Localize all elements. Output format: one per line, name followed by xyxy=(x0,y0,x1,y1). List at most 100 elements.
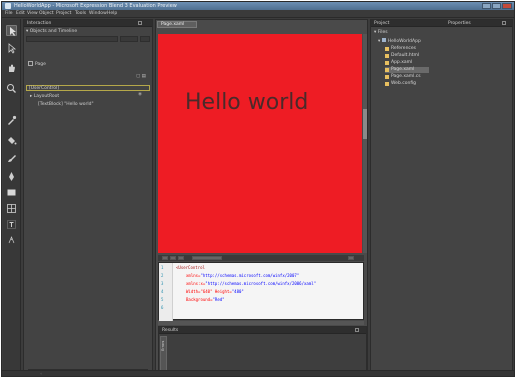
file-item[interactable]: Page.xaml.cs xyxy=(385,74,421,80)
xml-attribute: Background= xyxy=(186,297,213,302)
files-section[interactable]: ▾ Files xyxy=(374,30,388,35)
states-dropdown[interactable] xyxy=(120,36,138,42)
menu-tools[interactable]: Tools xyxy=(75,11,86,16)
project-panel-header: Project Properties xyxy=(371,20,512,27)
file-label: References xyxy=(391,46,417,51)
paint-bucket-icon[interactable] xyxy=(6,135,17,146)
config-file-icon xyxy=(385,82,389,86)
file-item[interactable]: Web.config xyxy=(385,81,416,87)
assets-icon[interactable] xyxy=(6,235,17,246)
menu-bar: File Edit View Object Project Tools Wind… xyxy=(2,10,514,18)
maximize-button[interactable] xyxy=(492,3,501,9)
file-item[interactable]: References xyxy=(385,46,416,52)
results-label: Results xyxy=(162,328,179,333)
xml-value: "http://schemas.microsoft.com/winfx/2007… xyxy=(200,273,300,278)
menu-view[interactable]: View xyxy=(27,11,38,16)
rectangle-icon[interactable] xyxy=(6,187,17,198)
artboard-vertical-scrollbar[interactable] xyxy=(363,34,367,253)
window-title: HelloWorldApp - Microsoft Expression Ble… xyxy=(14,3,177,9)
folder-icon xyxy=(385,47,389,51)
errors-side-tab[interactable]: Errors xyxy=(160,336,167,374)
xml-value: "480" xyxy=(231,289,244,294)
line-number: 6 xyxy=(161,305,164,310)
xml-tag: <UserControl xyxy=(176,265,205,270)
menu-object[interactable]: Object xyxy=(39,11,54,16)
selection-icon[interactable] xyxy=(6,25,17,36)
code-line: xmlns:x="http://schemas.microsoft.com/wi… xyxy=(186,281,316,286)
xml-value: "Red" xyxy=(212,297,225,302)
text-icon[interactable] xyxy=(6,219,17,230)
line-number: 3 xyxy=(161,281,164,286)
tab-project[interactable]: Project xyxy=(374,21,389,26)
line-number: 5 xyxy=(161,297,164,302)
pan-icon[interactable] xyxy=(6,63,17,74)
tab-properties[interactable]: Properties xyxy=(448,21,471,26)
menu-edit[interactable]: Edit xyxy=(16,11,25,16)
tree-item-layoutroot[interactable]: ▸ LayoutRoot xyxy=(30,94,59,99)
timeline-root-row[interactable]: [UserControl] xyxy=(26,85,150,91)
interaction-tab[interactable]: Interaction xyxy=(27,21,51,26)
xaml-horizontal-scrollbar[interactable] xyxy=(158,321,364,325)
pin-icon[interactable] xyxy=(502,21,506,25)
file-label: Page.xaml.cs xyxy=(391,74,421,79)
document-area: Page.xaml Hello world 1 2 3 4 5 6 <UserC… xyxy=(155,19,368,376)
search-input[interactable] xyxy=(26,36,118,42)
xml-attribute: xmlns:x= xyxy=(186,281,206,286)
snap-toggle-button[interactable] xyxy=(348,256,354,260)
artboard-text[interactable]: Hello world xyxy=(185,90,308,115)
project-panel: Project Properties ▾ Files ▾ HelloWorldA… xyxy=(370,19,513,376)
zoom-icon[interactable] xyxy=(6,83,17,94)
visibility-eye-icon[interactable]: ◉ xyxy=(138,92,142,97)
eyedropper-icon[interactable] xyxy=(6,115,17,126)
status-grip-icon: ◦ xyxy=(40,371,43,376)
file-item[interactable]: Default.html xyxy=(385,53,419,59)
xaml-editor[interactable]: 1 2 3 4 5 6 <UserControl xmlns="http://s… xyxy=(158,262,364,321)
state-label: Page xyxy=(35,62,46,67)
code-line: xmlns="http://schemas.microsoft.com/winf… xyxy=(186,273,299,278)
close-button[interactable] xyxy=(502,3,512,9)
menu-window[interactable]: Window xyxy=(89,11,107,16)
expand-collapse-buttons[interactable]: ▢ ▤ xyxy=(136,74,146,79)
project-root-item[interactable]: ▾ HelloWorldApp xyxy=(378,38,421,44)
file-label: App.xaml xyxy=(391,60,413,65)
zoom-level-box[interactable] xyxy=(192,256,222,260)
xml-value: "http://schemas.microsoft.com/winfx/2006… xyxy=(205,281,317,286)
files-label: Files xyxy=(377,30,388,35)
html-file-icon xyxy=(385,54,389,58)
objects-panel: Interaction ▾ Objects and Timeline Page … xyxy=(23,19,153,376)
usercontrol-label: [UserControl] xyxy=(29,86,60,91)
layout-icon[interactable] xyxy=(6,203,17,214)
artboard[interactable]: Hello world xyxy=(158,34,362,253)
pin-icon[interactable] xyxy=(355,328,359,332)
tab-page-xaml[interactable]: Page.xaml xyxy=(157,21,197,28)
objects-panel-header: Interaction xyxy=(24,20,152,27)
tools-panel xyxy=(3,19,21,376)
add-storyboard-button[interactable] xyxy=(140,36,150,42)
menu-file[interactable]: File xyxy=(5,11,13,16)
tree-item-textblock[interactable]: [TextBlock] "Hello world" xyxy=(38,102,94,107)
line-number: 2 xyxy=(161,273,164,278)
file-item-selected[interactable]: Page.xaml xyxy=(385,67,429,73)
scrollbar-thumb[interactable] xyxy=(363,109,367,139)
split-view-button[interactable] xyxy=(178,256,184,260)
pin-icon[interactable] xyxy=(138,21,142,25)
app-icon xyxy=(5,3,11,9)
code-line: <UserControl xyxy=(176,265,205,270)
menu-project[interactable]: Project xyxy=(56,11,71,16)
brush-icon[interactable] xyxy=(6,153,17,164)
design-view-button[interactable] xyxy=(162,256,168,260)
minimize-button[interactable] xyxy=(482,3,491,9)
pen-icon[interactable] xyxy=(6,171,17,182)
xaml-view-button[interactable] xyxy=(170,256,176,260)
status-bar: ◦ xyxy=(2,370,514,376)
direct-selection-icon[interactable] xyxy=(6,43,17,54)
xaml-file-icon xyxy=(385,61,389,65)
file-label: Page.xaml xyxy=(391,67,415,72)
line-number: 4 xyxy=(161,289,164,294)
title-bar: HelloWorldApp - Microsoft Expression Ble… xyxy=(2,2,514,10)
menu-help[interactable]: Help xyxy=(107,11,117,16)
xaml-file-icon xyxy=(385,68,389,72)
file-item[interactable]: App.xaml xyxy=(385,60,412,66)
state-icon xyxy=(28,61,33,66)
state-row[interactable]: Page xyxy=(28,61,46,67)
